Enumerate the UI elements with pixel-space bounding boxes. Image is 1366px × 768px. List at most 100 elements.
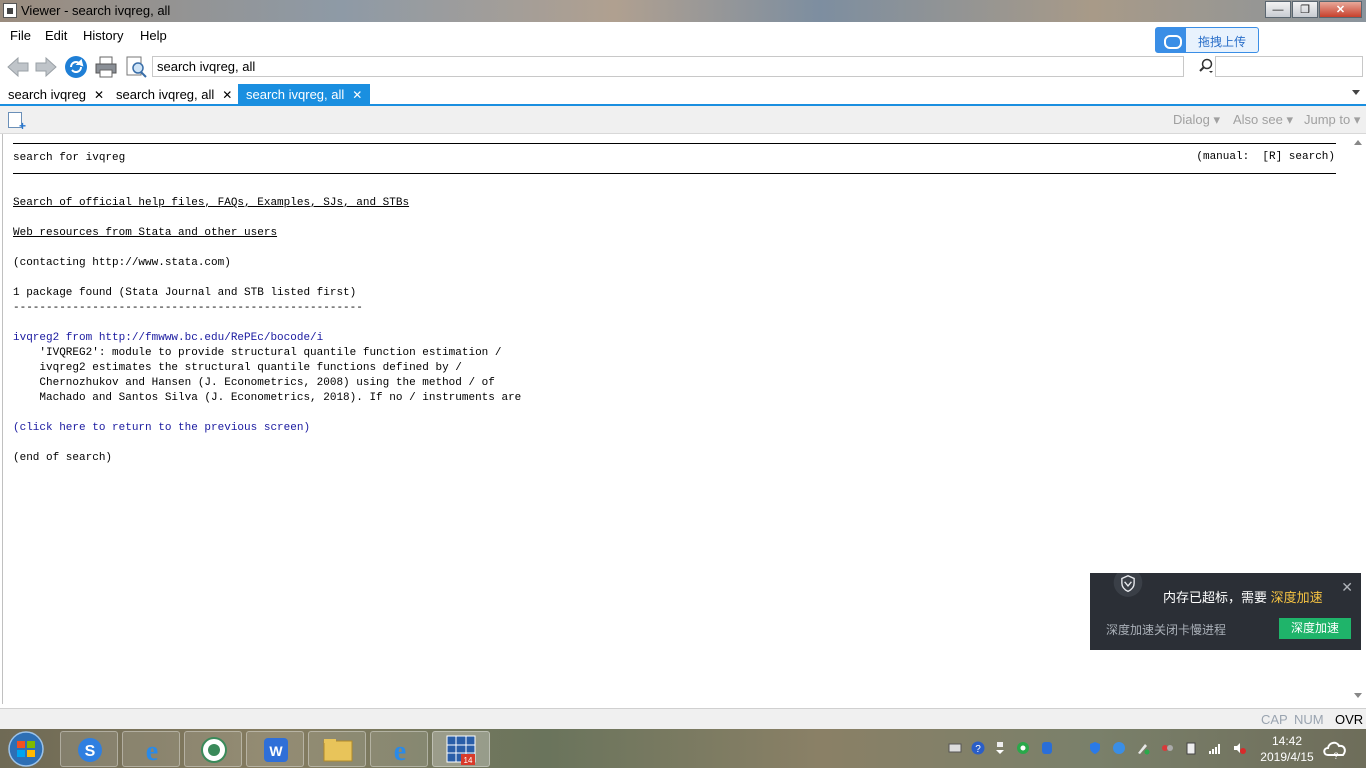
dialog-dropdown[interactable]: Dialog ▾ — [1173, 112, 1220, 128]
internet-explorer-icon: e — [146, 736, 158, 767]
system-clock[interactable]: 14:42 2019/4/15 — [1252, 733, 1322, 765]
svg-text:e: e — [146, 736, 158, 767]
menu-file[interactable]: File — [10, 28, 31, 43]
taskbar-explorer-app[interactable] — [308, 731, 366, 767]
stata-grid-icon: 14 — [446, 735, 476, 765]
clock-date: 2019/4/15 — [1260, 750, 1314, 764]
popup-close-icon[interactable]: ✕ — [1341, 579, 1353, 596]
back-arrow-icon[interactable] — [6, 55, 30, 79]
svg-text:S: S — [85, 743, 96, 760]
university-logo-icon — [201, 737, 227, 763]
memory-warning-popup: 内存已超标，需要 深度加速 ✕ 深度加速关闭卡慢进程 深度加速 — [1090, 573, 1361, 650]
popup-title: 内存已超标，需要 深度加速 — [1163, 590, 1323, 605]
close-tab-icon[interactable]: ✕ — [94, 88, 104, 102]
new-viewer-icon[interactable] — [8, 112, 26, 133]
clock-time: 14:42 — [1271, 734, 1303, 748]
taskbar-university-app[interactable] — [184, 731, 242, 767]
window-title: Viewer - search ivqreg, all — [21, 3, 171, 18]
sogou-icon: S — [78, 738, 102, 762]
viewer-app-icon — [3, 3, 17, 18]
tab-label: search ivqreg, all — [116, 87, 215, 102]
svg-text:W: W — [269, 743, 283, 759]
print-icon[interactable] — [94, 55, 118, 79]
internet-explorer-icon: e — [394, 736, 406, 767]
packages-found-text: 1 package found (Stata Journal and STB l… — [13, 287, 357, 299]
security-shield-icon[interactable] — [1088, 741, 1102, 755]
menu-history[interactable]: History — [83, 28, 123, 43]
header-rule-top — [13, 143, 1336, 144]
wps-icon: W — [264, 738, 288, 762]
keyboard-icon[interactable] — [948, 741, 962, 755]
tab-search-ivqreg-all-active[interactable]: search ivqreg, all ✕ — [238, 84, 371, 104]
overwrite-indicator: OVR — [1335, 712, 1364, 727]
tab-list-dropdown-icon[interactable] — [1352, 90, 1360, 95]
header-rule-bottom — [13, 173, 1336, 174]
windows-start-icon[interactable] — [2, 730, 50, 768]
pen-tool-icon[interactable] — [1136, 741, 1150, 755]
jump-to-dropdown[interactable]: Jump to ▾ — [1304, 112, 1360, 128]
close-tab-icon[interactable]: ✕ — [352, 88, 362, 102]
contacting-text: (contacting http://www.stata.com) — [13, 257, 231, 269]
close-window-button[interactable]: ✕ — [1319, 1, 1362, 18]
folder-icon — [323, 739, 353, 762]
tray-options-icon[interactable] — [993, 741, 1007, 755]
taskbar-sogou-app[interactable]: S — [60, 731, 118, 767]
num-lock-indicator: NUM — [1294, 712, 1324, 727]
device-icon[interactable] — [1184, 741, 1198, 755]
svg-text:?: ? — [975, 744, 981, 755]
taskbar-ie-app-2[interactable]: e — [370, 731, 428, 767]
svg-text:e: e — [394, 736, 406, 767]
green-status-icon[interactable] — [1016, 741, 1030, 755]
package-description: ivqreg2 estimates the structural quantil… — [13, 362, 462, 374]
package-description: 'IVQREG2': module to provide structural … — [13, 347, 502, 359]
cloud-upload-widget[interactable]: 拖拽上传 — [1155, 27, 1259, 53]
refresh-icon[interactable] — [64, 55, 88, 79]
shield-icon — [1113, 573, 1143, 597]
package-link-ivqreg2[interactable]: ivqreg2 from http://fmwww.bc.edu/RePEc/b… — [13, 331, 323, 346]
close-tab-icon[interactable]: ✕ — [222, 88, 232, 102]
end-of-search-text: (end of search) — [13, 452, 113, 464]
return-previous-link[interactable]: (click here to return to the previous sc… — [13, 421, 310, 436]
official-help-heading-link[interactable]: Search of official help files, FAQs, Exa… — [13, 196, 409, 211]
bluetooth-icon[interactable] — [1040, 741, 1054, 755]
caps-lock-indicator: CAP — [1261, 712, 1288, 727]
scroll-up-icon[interactable] — [1354, 140, 1362, 145]
tab-label: search ivqreg — [8, 87, 87, 102]
taskbar-ie-app[interactable]: e — [122, 731, 180, 767]
stata-window-count-badge: 14 — [464, 756, 473, 765]
cloud-help-icon[interactable]: ? — [1322, 737, 1350, 761]
tab-search-ivqreg-all[interactable]: search ivqreg, all ✕ — [108, 84, 240, 104]
volume-muted-icon[interactable] — [1232, 741, 1246, 755]
cloud-icon — [1156, 28, 1186, 52]
taskbar-stata-app[interactable]: 14 — [432, 731, 490, 767]
command-address-field[interactable]: search ivqreg, all — [152, 56, 1184, 77]
network-tool-icon[interactable] — [1160, 741, 1174, 755]
tab-label: search ivqreg, all — [246, 87, 345, 102]
find-icon[interactable] — [124, 55, 148, 79]
scroll-down-icon[interactable] — [1354, 693, 1362, 698]
package-description: Chernozhukov and Hansen (J. Econometrics… — [13, 377, 495, 389]
web-resources-heading-link[interactable]: Web resources from Stata and other users — [13, 226, 277, 241]
maximize-button[interactable]: ❐ — [1292, 1, 1318, 18]
taskbar-wps-app[interactable]: W — [246, 731, 304, 767]
deep-accelerate-button[interactable]: 深度加速 — [1279, 618, 1351, 639]
minimize-button[interactable]: — — [1265, 1, 1291, 18]
forward-arrow-icon[interactable] — [34, 55, 58, 79]
separator-dashes: ----------------------------------------… — [13, 302, 363, 314]
search-icon[interactable] — [1196, 56, 1216, 76]
also-see-dropdown[interactable]: Also see ▾ — [1233, 112, 1293, 128]
windows-taskbar: S e W e 14 ? 14:42 2019/4/15 ? — [0, 729, 1366, 768]
popup-subtitle: 深度加速关闭卡慢进程 — [1106, 623, 1227, 637]
svg-text:?: ? — [1333, 751, 1338, 761]
help-icon[interactable]: ? — [971, 741, 985, 755]
tab-search-ivqreg[interactable]: search ivqreg ✕ — [0, 84, 112, 104]
menu-edit[interactable]: Edit — [45, 28, 67, 43]
manual-reference[interactable]: (manual: [R] search) — [1196, 151, 1335, 163]
title-bar: Viewer - search ivqreg, all — ❐ ✕ — [0, 0, 1366, 22]
upload-label: 拖拽上传 — [1198, 35, 1247, 49]
menu-help[interactable]: Help — [140, 28, 167, 43]
network-signal-icon[interactable] — [1208, 741, 1222, 755]
search-input[interactable] — [1215, 56, 1363, 77]
status-bar: CAP NUM OVR — [0, 708, 1366, 729]
cloud-sync-icon[interactable] — [1112, 741, 1126, 755]
